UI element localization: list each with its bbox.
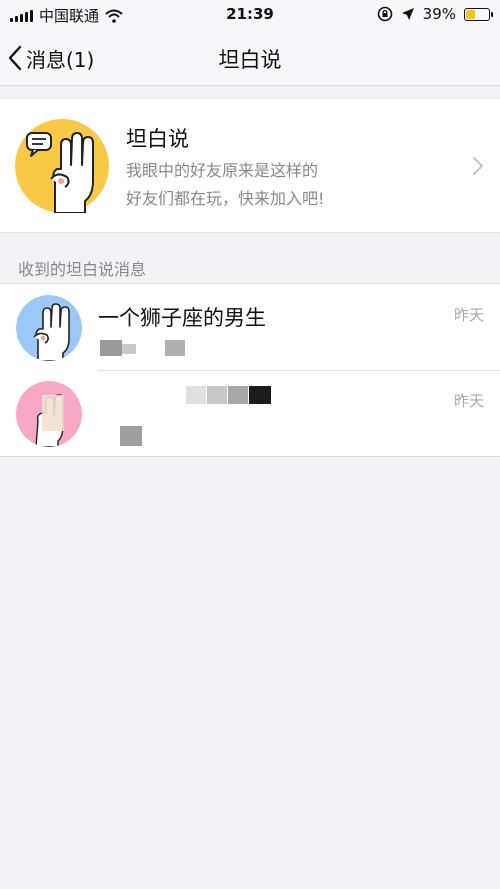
message-time: 昨天: [453, 306, 484, 324]
page-title: 坦白说: [218, 48, 282, 72]
card-subtitle-line2: 好友们都在玩，快来加入吧!: [126, 189, 325, 208]
section-header: 收到的坦白说消息: [18, 260, 147, 279]
redacted-preview: [120, 426, 142, 446]
hand-avatar-icon: [16, 381, 82, 447]
status-right: 39%: [377, 5, 493, 23]
redacted-name: [249, 386, 271, 404]
redacted-preview: [165, 340, 185, 356]
battery-fill: [466, 9, 476, 19]
message-sender-name: 一个狮子座的男生: [98, 306, 266, 330]
navigation-bar: 消息(1) 坦白说: [0, 30, 500, 86]
location-icon: [401, 8, 414, 20]
message-row[interactable]: 昨天: [0, 370, 500, 456]
battery-percent: 39%: [422, 5, 456, 23]
battery-icon: [464, 7, 493, 21]
redacted-preview: [100, 340, 122, 356]
redacted-preview: [122, 344, 136, 354]
tanbaishuo-logo-icon: [15, 119, 109, 213]
card-subtitle-line1: 我眼中的好友原来是这样的: [126, 161, 319, 180]
hand-avatar-icon: [16, 295, 82, 361]
message-time: 昨天: [453, 392, 484, 410]
redacted-name: [186, 386, 206, 404]
card-title: 坦白说: [126, 127, 189, 151]
message-list: 一个狮子座的男生 昨天 昨天: [0, 283, 500, 457]
message-row[interactable]: 一个狮子座的男生 昨天: [0, 284, 500, 370]
chevron-right-icon: [473, 157, 483, 175]
redacted-name: [207, 386, 227, 404]
redacted-name: [228, 386, 248, 404]
orientation-lock-icon: [377, 6, 392, 22]
tanbaishuo-card[interactable]: 坦白说 我眼中的好友原来是这样的 好友们都在玩，快来加入吧!: [0, 98, 500, 233]
status-bar: 中国联通 21:39 39%: [0, 0, 500, 30]
